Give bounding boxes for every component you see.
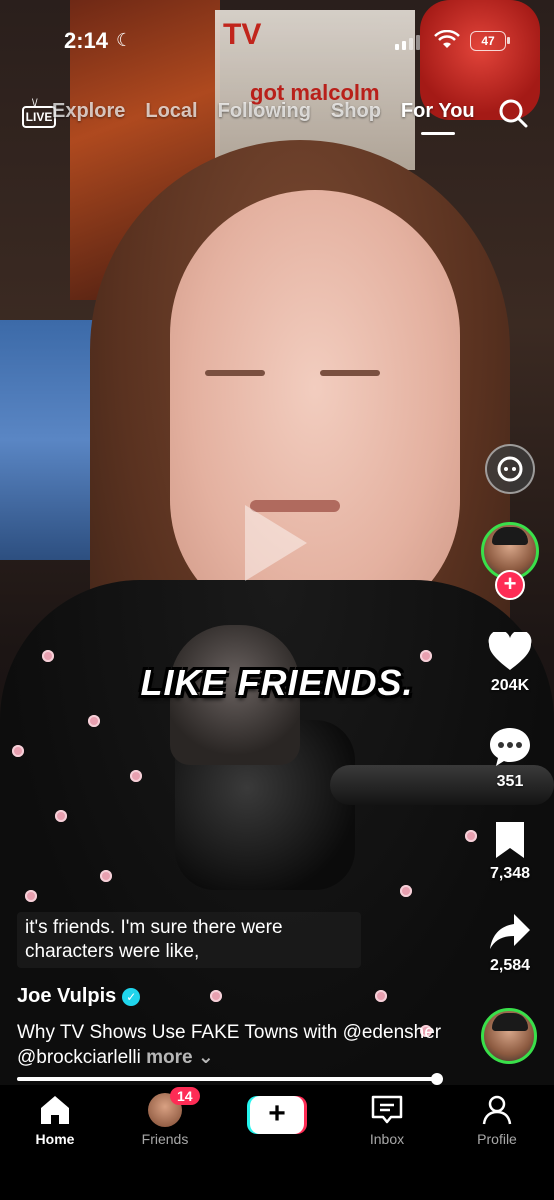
shirt-flower <box>42 650 54 662</box>
description-text: Why TV Shows Use FAKE Towns with @edensh… <box>17 1022 442 1068</box>
live-label: LIVE <box>22 106 56 128</box>
person-eye <box>205 370 265 376</box>
search-icon[interactable] <box>498 98 528 128</box>
share-arrow-icon <box>490 914 530 949</box>
tab-local[interactable]: Local <box>145 100 197 123</box>
save-button[interactable]: 7,348 <box>460 820 554 883</box>
like-button[interactable]: 204K <box>460 630 554 695</box>
shirt-flower <box>12 745 24 757</box>
shirt-flower <box>88 715 100 727</box>
creator-name-row[interactable]: Joe Vulpis ✓ <box>17 985 141 1008</box>
progress-knob[interactable] <box>430 1073 443 1085</box>
person-eye <box>320 370 380 376</box>
shirt-flower <box>400 885 412 897</box>
shirt-flower <box>375 990 387 1002</box>
avatar-cap <box>492 527 528 545</box>
comment-button[interactable]: 351 <box>460 726 554 791</box>
wifi-icon <box>434 30 460 48</box>
nav-profile[interactable]: Profile <box>452 1093 542 1147</box>
clock: 2:14 <box>64 28 109 53</box>
nav-inbox-label: Inbox <box>369 1131 405 1147</box>
creator-name: Joe Vulpis <box>17 985 117 1007</box>
status-bar: 2:14 ☾ 47 <box>0 28 554 58</box>
nav-home-label: Home <box>35 1131 75 1147</box>
bookmark-icon <box>496 822 524 858</box>
nav-inbox[interactable]: Inbox <box>342 1093 432 1147</box>
video-subtitle: it's friends. I'm sure there were charac… <box>17 912 361 968</box>
focus-moon-icon: ☾ <box>116 30 133 50</box>
shirt-flower <box>210 990 222 1002</box>
comment-icon <box>490 728 530 766</box>
inbox-icon <box>371 1095 403 1124</box>
create-button[interactable]: + <box>247 1096 307 1136</box>
shirt-flower <box>25 890 37 902</box>
plus-icon: + <box>250 1096 304 1134</box>
avatar-cap <box>492 1013 528 1031</box>
verified-badge-icon: ✓ <box>122 987 141 1006</box>
tab-explore[interactable]: Explore <box>52 100 125 123</box>
video-description[interactable]: Why TV Shows Use FAKE Towns with @edensh… <box>17 1020 477 1070</box>
tab-shop[interactable]: Shop <box>331 100 381 123</box>
feed-tabs: Explore Local Following Shop For You <box>52 100 475 135</box>
video-progress-bar[interactable] <box>17 1073 443 1085</box>
person-face <box>170 190 460 630</box>
sound-disc-avatar[interactable] <box>481 1008 537 1064</box>
friends-badge: 14 <box>170 1087 200 1105</box>
chat-bubble-face-icon <box>497 456 523 482</box>
heart-icon <box>488 630 532 670</box>
nav-home[interactable]: Home <box>10 1093 100 1147</box>
comment-count: 351 <box>496 773 524 790</box>
shirt-flower <box>100 870 112 882</box>
ai-assistant-button[interactable] <box>485 444 535 494</box>
profile-icon <box>482 1095 512 1125</box>
shirt-flower <box>420 650 432 662</box>
battery-level: 47 <box>481 34 495 48</box>
cellular-signal-icon <box>395 32 420 50</box>
like-count: 204K <box>490 677 530 694</box>
nav-friends-label: Friends <box>141 1131 189 1147</box>
share-button[interactable]: 2,584 <box>460 912 554 975</box>
nav-friends[interactable]: 14 Friends <box>120 1087 210 1147</box>
progress-fill <box>17 1077 437 1081</box>
tab-for-you[interactable]: For You <box>401 100 475 135</box>
more-label: more <box>146 1047 193 1068</box>
nav-profile-label: Profile <box>477 1131 517 1147</box>
play-icon[interactable] <box>245 505 307 581</box>
top-navigation: \/ LIVE Explore Local Following Shop For… <box>0 96 554 136</box>
battery-icon: 47 <box>470 31 510 51</box>
follow-button[interactable]: + <box>495 570 525 600</box>
shirt-flower <box>130 770 142 782</box>
save-count: 7,348 <box>489 865 531 882</box>
tab-following[interactable]: Following <box>218 100 311 123</box>
home-icon <box>41 1096 69 1124</box>
more-button[interactable]: more ⌄ <box>146 1047 214 1068</box>
share-count: 2,584 <box>489 957 531 974</box>
shirt-flower <box>55 810 67 822</box>
friends-avatar: 14 <box>148 1087 200 1127</box>
live-button[interactable]: \/ LIVE <box>22 99 56 128</box>
